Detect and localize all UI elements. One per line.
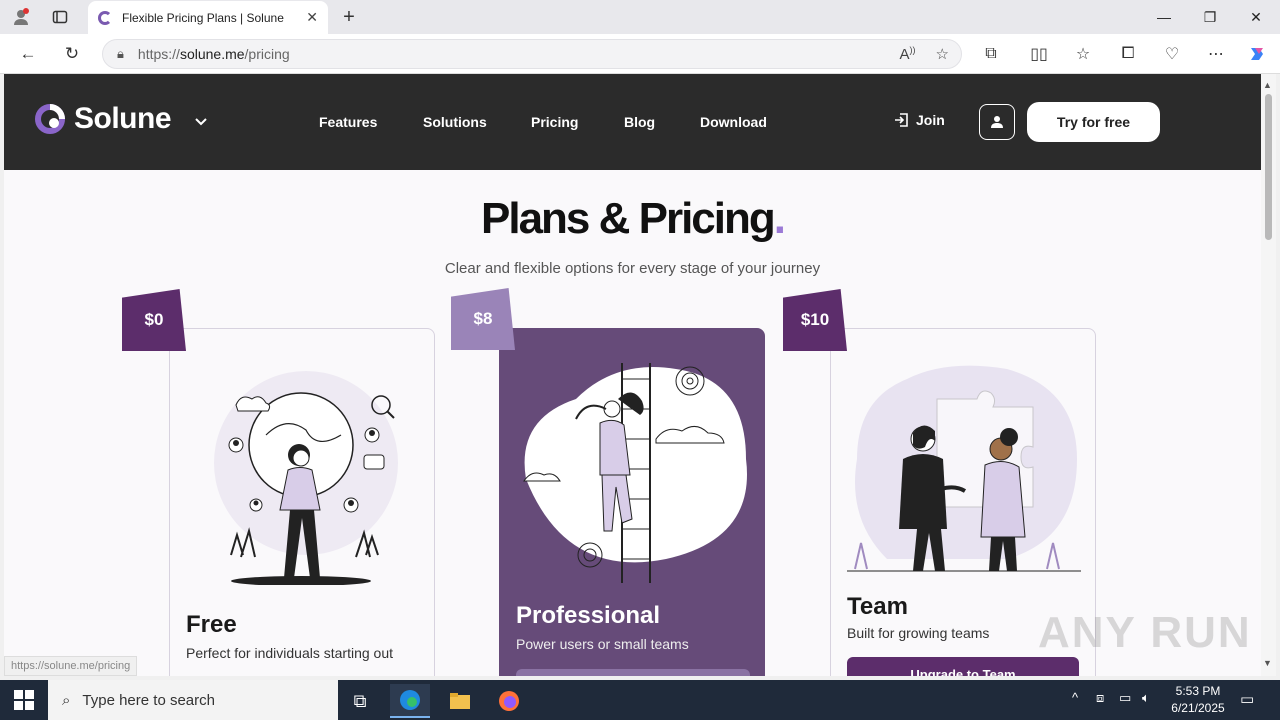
price-tag-free: $0 (122, 289, 186, 351)
upgrade-to-team-button[interactable]: Upgrade to Team (847, 657, 1079, 676)
scroll-up-icon[interactable]: ▲ (1263, 80, 1272, 90)
site-favicon-icon (98, 10, 112, 25)
file-explorer-icon[interactable] (440, 684, 480, 718)
page-title: Plans & Pricing. (481, 194, 786, 243)
read-aloud-icon[interactable]: A)) (900, 45, 916, 63)
scrollbar-thumb[interactable] (1265, 94, 1272, 240)
collections-icon[interactable]: ⧠ (1116, 42, 1140, 66)
account-button[interactable] (979, 104, 1015, 140)
plan-desc-professional: Power users or small teams (516, 636, 689, 652)
price-tag-team: $10 (783, 289, 847, 351)
taskbar: ⌕ Type here to search ⧉ ^ ⧈ ▭ 🔈︎ 5:53 PM… (0, 680, 1280, 720)
favorite-star-icon[interactable]: ☆ (936, 45, 949, 63)
taskbar-search-placeholder: Type here to search (82, 691, 215, 709)
close-window-icon[interactable]: ✕ (1233, 0, 1279, 34)
free-plan-illustration (214, 371, 398, 585)
page-scrollbar[interactable]: ▲ ▼ (1261, 74, 1276, 676)
nav-solutions[interactable]: Solutions (423, 114, 487, 130)
back-icon[interactable]: ← (16, 42, 40, 66)
upgrade-to-team-label: Upgrade to Team (910, 667, 1016, 676)
site-logo[interactable]: Solune (34, 102, 172, 136)
logo-name: Solune (74, 102, 172, 135)
active-tab[interactable]: Flexible Pricing Plans | Solune ✕ (88, 1, 328, 34)
url-text: https://solune.me/pricing (137, 46, 290, 62)
clock-date: 6/21/2025 (1171, 701, 1225, 715)
volume-icon[interactable]: 🔈︎ (1142, 690, 1150, 706)
plan-card-free: Free Perfect for individuals starting ou… (169, 328, 435, 676)
plan-card-professional: Professional Power users or small teams (499, 328, 765, 676)
profile-icon[interactable] (10, 6, 32, 28)
page-subtitle: Clear and flexible options for every sta… (444, 260, 821, 277)
task-view-icon[interactable]: ⧉ (340, 684, 380, 718)
user-icon (991, 116, 1003, 128)
tab-title: Flexible Pricing Plans | Solune (122, 10, 284, 25)
anyrun-watermark: ANY RUN (1038, 608, 1252, 657)
plan-name-team: Team (847, 593, 908, 620)
plan-desc-free: Perfect for individuals starting out (186, 645, 393, 661)
system-clock[interactable]: 5:53 PM 6/21/2025 (1168, 683, 1228, 717)
windows-start-icon[interactable] (14, 690, 34, 710)
close-tab-icon[interactable]: ✕ (306, 9, 318, 26)
price-tag-professional: $8 (451, 288, 515, 350)
notifications-icon[interactable]: ▭ (1240, 690, 1254, 708)
nav-pricing[interactable]: Pricing (531, 114, 578, 130)
extensions-icon[interactable]: ⧉ (979, 42, 1003, 66)
professional-plan-illustration (523, 363, 747, 583)
join-label: Join (916, 112, 945, 128)
tab-actions-icon[interactable] (49, 6, 71, 28)
plan-name-free: Free (186, 611, 237, 638)
plan-name-professional: Professional (516, 602, 661, 629)
status-bar-url: https://solune.me/pricing (4, 656, 138, 676)
solune-logo-icon (35, 104, 65, 134)
network-icon[interactable]: ▭ (1119, 690, 1131, 706)
meet-now-icon[interactable]: ⧈ (1096, 690, 1104, 706)
search-icon: ⌕ (62, 691, 71, 709)
login-icon (895, 113, 908, 127)
refresh-icon[interactable]: ↻ (60, 42, 84, 66)
page-viewport: Solune Features Solutions Pricing Blog D… (4, 74, 1261, 676)
restore-icon[interactable]: ❐ (1187, 0, 1233, 34)
copilot-icon[interactable] (1245, 42, 1269, 66)
chevron-down-icon[interactable] (194, 114, 208, 130)
split-screen-icon[interactable]: ▯▯ (1027, 42, 1051, 66)
more-menu-icon[interactable]: ⋯ (1204, 42, 1228, 66)
site-header: Solune Features Solutions Pricing Blog D… (4, 74, 1261, 170)
nav-download[interactable]: Download (700, 114, 767, 130)
taskbar-search[interactable]: ⌕ Type here to search (48, 680, 338, 720)
minimize-icon[interactable]: — (1141, 0, 1187, 34)
clock-time: 5:53 PM (1175, 684, 1221, 698)
nav-features[interactable]: Features (319, 114, 377, 130)
join-link[interactable]: Join (894, 112, 945, 128)
site-info-icon[interactable]: 🔒︎ (117, 46, 124, 62)
browser-tab-bar: Flexible Pricing Plans | Solune ✕ + — ❐ … (0, 0, 1280, 34)
new-tab-icon[interactable]: + (338, 6, 360, 28)
firefox-icon[interactable] (489, 684, 529, 718)
browser-essentials-icon[interactable]: ♡ (1160, 42, 1184, 66)
show-hidden-icons[interactable]: ^ (1072, 690, 1078, 705)
plan-desc-team: Built for growing teams (847, 625, 990, 641)
favorites-icon[interactable]: ☆ (1071, 42, 1095, 66)
try-for-free-button[interactable]: Try for free (1027, 102, 1160, 142)
address-bar[interactable]: 🔒︎ https://solune.me/pricing A)) ☆ (102, 39, 962, 69)
team-plan-illustration (847, 365, 1081, 572)
scroll-down-icon[interactable]: ▼ (1263, 658, 1272, 668)
professional-plan-button[interactable] (516, 669, 750, 676)
edge-taskbar-icon[interactable] (390, 684, 430, 718)
address-bar-row: ← ↻ 🔒︎ https://solune.me/pricing A)) ☆ ⧉… (0, 34, 1280, 74)
nav-blog[interactable]: Blog (624, 114, 655, 130)
